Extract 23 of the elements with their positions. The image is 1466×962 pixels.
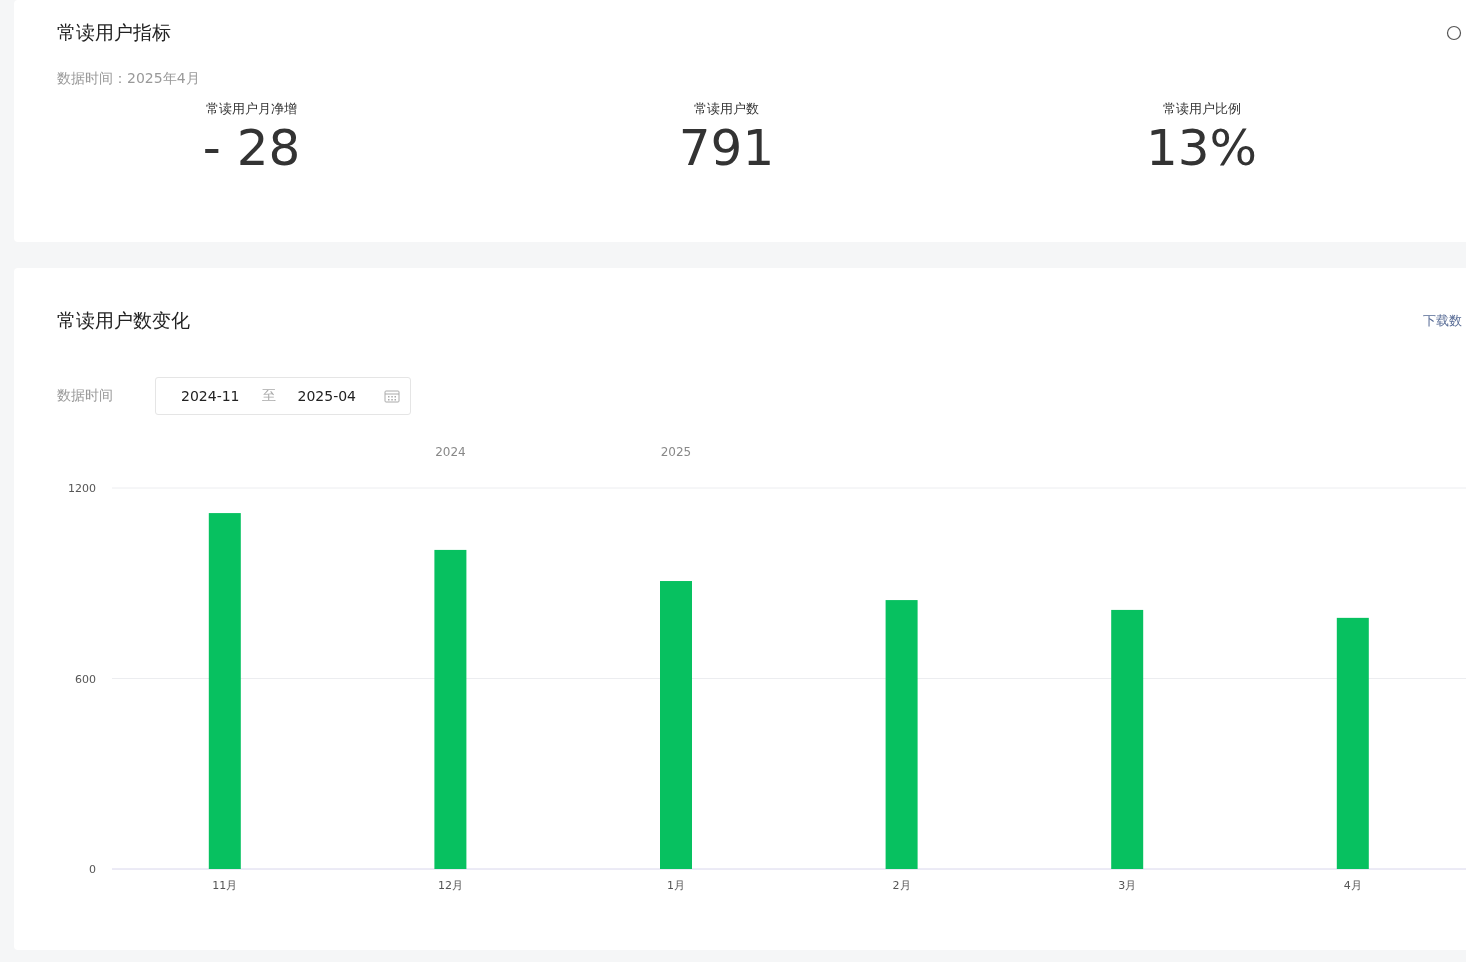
metric-value: 791 xyxy=(678,120,775,176)
axis-tick-label: 600 xyxy=(75,672,96,686)
axis-category-label: 2月 xyxy=(892,879,911,892)
axis-tick-label: 0 xyxy=(89,863,96,876)
year-label: 2024 xyxy=(435,445,466,459)
axis-tick-label: 1200 xyxy=(68,482,96,495)
download-link[interactable]: 下载数 xyxy=(1423,312,1462,330)
filter-label: 数据时间 xyxy=(57,387,114,405)
metric-label: 常读用户数 xyxy=(694,100,759,118)
axis-category-label: 4月 xyxy=(1343,879,1362,892)
axis-category-label: 3月 xyxy=(1118,879,1137,892)
metric-value: 13% xyxy=(1145,120,1258,176)
axis-category-label: 12月 xyxy=(437,879,463,892)
axis-category-label: 11月 xyxy=(212,879,238,892)
metric-label: 常读用户月净增 xyxy=(206,100,297,118)
axis-category-label: 1月 xyxy=(667,879,685,892)
date-range-picker[interactable]: 2024-11 至 2025-04 xyxy=(155,377,411,415)
year-label: 2025 xyxy=(660,445,692,459)
card-title: 常读用户指标 xyxy=(57,20,171,45)
card-title: 常读用户数变化 xyxy=(57,308,190,333)
metric-label: 常读用户比例 xyxy=(1162,100,1241,118)
data-time: 数据时间：2025年4月 xyxy=(57,70,201,88)
metric-value: - 28 xyxy=(202,120,301,176)
